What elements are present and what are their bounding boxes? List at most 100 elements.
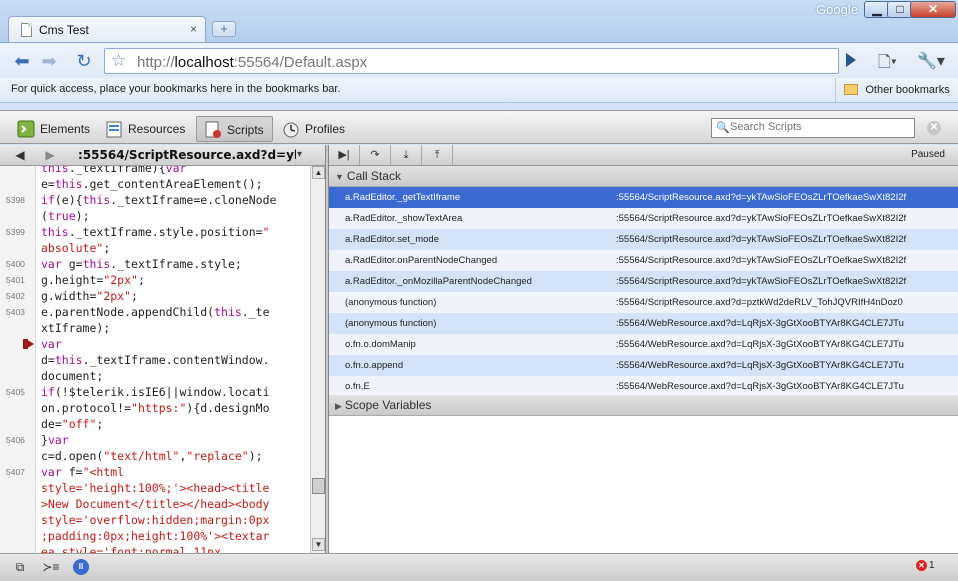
code-line: e=this.get_contentAreaElement(); <box>41 177 263 191</box>
tab-elements[interactable]: Elements <box>10 116 98 142</box>
sidebar-empty-area <box>329 416 958 553</box>
script-file-select[interactable]: :55564/ScriptResource.axd?d=ykTAwSioFEOs… <box>78 148 296 162</box>
debugger-toolbar: ▶| ↷ ⤓ ⤒ Paused <box>329 145 958 166</box>
triangle-right-icon: ▶ <box>335 401 342 411</box>
call-frame-location: :55564/ScriptResource.axd?d=ykTAwSioFEOs… <box>616 276 907 287</box>
call-frame-function: a.RadEditor._getTextIframe <box>345 192 461 203</box>
line-number[interactable]: 5402 <box>6 291 25 301</box>
code-scrollbar[interactable]: ▲ ▼ <box>310 166 325 553</box>
tab-elements-label: Elements <box>40 122 91 136</box>
scope-variables-header[interactable]: ▶ Scope Variables <box>329 395 958 416</box>
call-frame-location: :55564/ScriptResource.axd?d=ykTAwSioFEOs… <box>616 234 907 245</box>
scroll-up-icon[interactable]: ▲ <box>312 166 325 179</box>
step-out-button[interactable]: ⤒ <box>422 145 453 165</box>
code-line: g.width="2px"; <box>41 289 138 303</box>
line-number[interactable]: 5407 <box>6 467 25 477</box>
line-number[interactable]: 5399 <box>6 227 25 237</box>
page-menu-icon[interactable]: 🗋▾ <box>878 51 897 78</box>
call-frame-function: a.RadEditor.set_mode <box>345 234 440 245</box>
code-view[interactable]: this._textIframe){var e=this.get_contentA… <box>36 166 310 553</box>
star-icon[interactable]: ☆ <box>111 51 126 71</box>
close-window-button[interactable]: ✕ <box>910 1 956 18</box>
call-frame[interactable]: a.RadEditor._getTextIframe:55564/ScriptR… <box>329 187 958 208</box>
devtools-statusbar: ⧉ ≻≡ II ✕ 1 <box>0 553 958 581</box>
error-icon: ✕ <box>916 560 927 571</box>
code-line: document; <box>41 369 104 383</box>
line-number[interactable]: 5400 <box>6 259 25 269</box>
folder-icon <box>844 84 858 95</box>
error-count-badge[interactable]: ✕ 1 <box>916 560 935 571</box>
address-bar[interactable]: ☆ http://localhost:55564/Default.aspx <box>104 48 839 74</box>
code-line: (true); <box>41 209 90 223</box>
search-scripts-input[interactable] <box>730 121 910 133</box>
search-scripts-field[interactable]: 🔍 <box>711 118 915 138</box>
code-line: var f="<html <box>41 465 125 479</box>
call-frame[interactable]: (anonymous function):55564/WebResource.a… <box>329 313 958 334</box>
call-frame-function: o.fn.o.domManip <box>345 339 416 350</box>
code-line: if(!$telerik.isIE6||window.locati <box>41 385 270 399</box>
triangle-down-icon: ▼ <box>335 172 344 182</box>
code-line: >New Document</title></head><body <box>41 497 270 511</box>
line-number[interactable]: 5403 <box>6 307 25 317</box>
console-icon[interactable]: ≻≡ <box>40 558 62 576</box>
new-tab-button[interactable]: + <box>212 21 236 37</box>
call-frame[interactable]: o.fn.o.domManip:55564/WebResource.axd?d=… <box>329 334 958 355</box>
call-frame[interactable]: a.RadEditor.set_mode :55564/ScriptResourc… <box>329 229 958 250</box>
call-frame[interactable]: o.fn.E :55564/WebResource.axd?d=LqRjsX-3g… <box>329 376 958 397</box>
wrench-icon[interactable]: 🔧▾ <box>917 51 945 71</box>
back-script-button[interactable]: ◀ <box>10 147 30 163</box>
line-number[interactable]: 5405 <box>6 387 25 397</box>
dock-icon[interactable]: ⧉ <box>9 558 31 576</box>
code-line: if(e){this._textIframe=e.cloneNode <box>41 193 277 207</box>
scroll-down-icon[interactable]: ▼ <box>312 538 325 551</box>
search-icon: 🔍 <box>716 122 730 134</box>
call-frame-location: :55564/ScriptResource.axd?d=pztkWd2deRLV… <box>616 297 903 308</box>
call-frame-function: o.fn.E <box>345 381 370 392</box>
chevron-down-icon[interactable]: ▾ <box>297 149 302 160</box>
tab-resources-label: Resources <box>128 122 186 136</box>
call-frame[interactable]: a.RadEditor._onMozillaParentNodeChanged:… <box>329 271 958 292</box>
call-frame-function: a.RadEditor._onMozillaParentNodeChanged <box>345 276 532 287</box>
call-frame[interactable]: (anonymous function):55564/ScriptResourc… <box>329 292 958 313</box>
pause-on-exceptions-icon[interactable]: II <box>73 559 89 575</box>
code-line: on.protocol!="https:"){d.designMo <box>41 401 270 415</box>
tab-resources[interactable]: Resources <box>98 116 193 142</box>
step-over-button[interactable]: ↷ <box>360 145 391 165</box>
call-stack-title: Call Stack <box>346 169 401 183</box>
step-into-button[interactable]: ⤓ <box>391 145 422 165</box>
line-number[interactable]: 5401 <box>6 275 25 285</box>
tab-profiles-label: Profiles <box>305 122 346 136</box>
call-frame[interactable]: o.fn.o.append:55564/WebResource.axd?d=Lq… <box>329 355 958 376</box>
call-stack-header[interactable]: ▼ Call Stack <box>329 166 958 187</box>
page-icon <box>21 23 32 37</box>
code-line: this._textIframe){var <box>41 166 187 175</box>
close-tab-icon[interactable]: × <box>190 22 197 36</box>
reload-button[interactable]: ↻ <box>73 50 95 72</box>
code-line: g.height="2px"; <box>41 273 145 287</box>
forward-script-button[interactable]: ▶ <box>40 147 60 163</box>
browser-toolbar: ⬅ ➡ ↻ ☆ http://localhost:55564/Default.a… <box>0 42 958 78</box>
call-frame-location: :55564/WebResource.axd?d=LqRjsX-3gGtXooB… <box>616 360 904 371</box>
go-icon[interactable] <box>846 53 856 67</box>
tab-profiles[interactable]: Profiles <box>275 116 353 142</box>
forward-button[interactable]: ➡ <box>38 50 60 72</box>
call-frame-location: :55564/WebResource.axd?d=LqRjsX-3gGtXooB… <box>616 381 904 392</box>
clear-search-icon[interactable]: ✕ <box>927 121 941 135</box>
source-toolbar: ◀ ▶ :55564/ScriptResource.axd?d=ykTAwSio… <box>0 145 325 166</box>
call-frame[interactable]: a.RadEditor.onParentNodeChanged:55564/Sc… <box>329 250 958 271</box>
browser-tab[interactable]: Cms Test × <box>8 16 206 43</box>
back-button[interactable]: ⬅ <box>11 50 33 72</box>
resume-button[interactable]: ▶| <box>329 145 360 165</box>
call-frame[interactable]: a.RadEditor._showTextArea:55564/ScriptRe… <box>329 208 958 229</box>
tab-title: Cms Test <box>39 23 89 37</box>
scroll-thumb[interactable] <box>312 478 325 494</box>
call-frame-function: a.RadEditor.onParentNodeChanged <box>345 255 498 266</box>
line-number[interactable]: 5398 <box>6 195 25 205</box>
line-number[interactable]: 5406 <box>6 435 25 445</box>
tab-scripts[interactable]: Scripts <box>196 116 273 142</box>
code-line: var <box>41 337 62 351</box>
other-bookmarks[interactable]: Other bookmarks <box>835 78 950 102</box>
url-text: http://localhost:55564/Default.aspx <box>137 54 368 71</box>
code-line: this._textIframe.style.position=" <box>41 225 270 239</box>
profiles-icon <box>283 122 299 138</box>
